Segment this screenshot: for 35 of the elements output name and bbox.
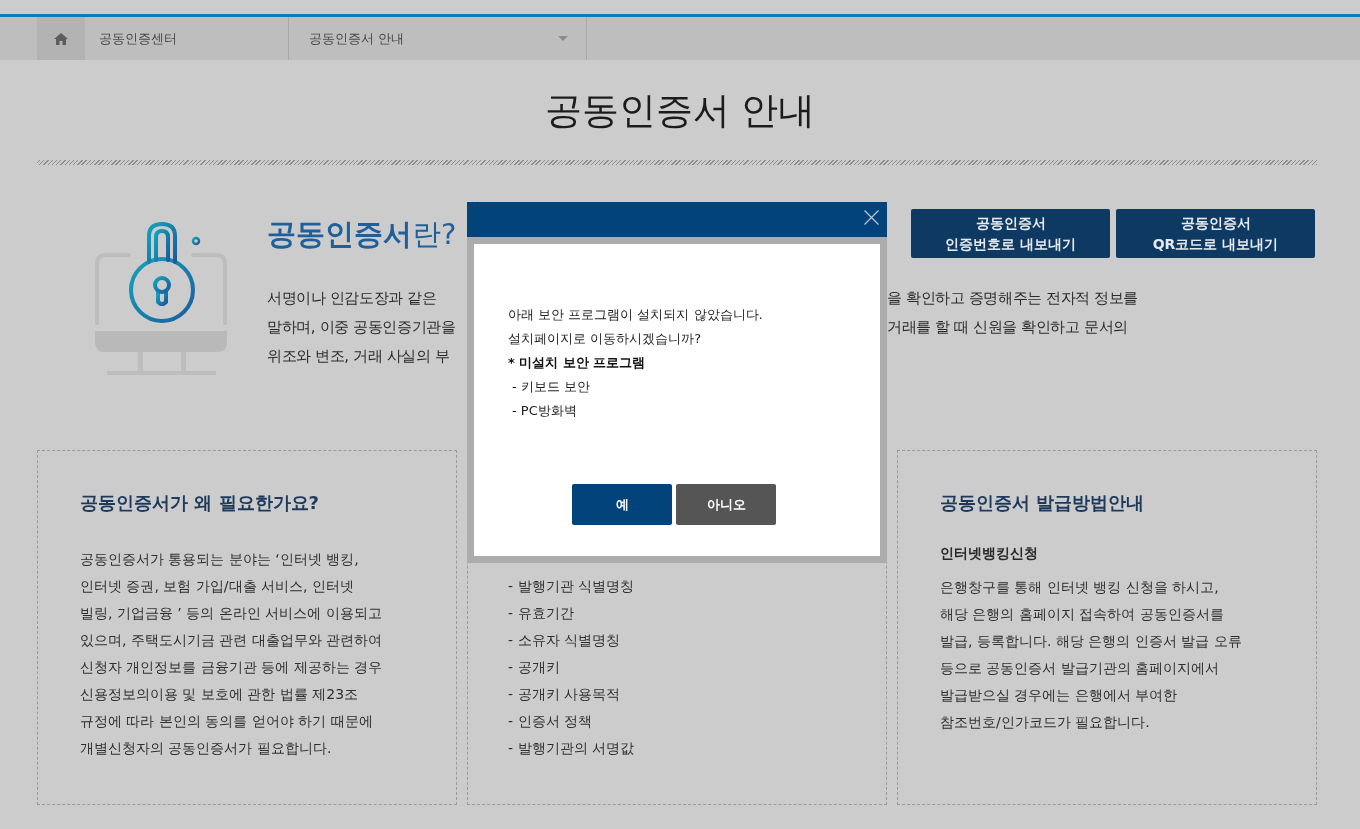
paragraph-text: 위조와 변조, 거래 사실의 부 xyxy=(267,346,450,367)
breadcrumb-link[interactable]: 공동인증센터 xyxy=(85,17,288,60)
paragraph-text: 서명이나 인감도장과 같은 xyxy=(267,288,437,309)
card-text: 은행창구를 통해 인터넷 뱅킹 신청을 하시고, 해당 은행의 홈페이지 접속하여 공동인증서를 발급, 등록합니다. 해당 은행의 인증서 발급 오류 등으로 공동인증서 발급기관의 홈페이지에서 발급받으실 경우에는 은행에서 부여한 참조번호/인가코드가 필요합니다. xyxy=(940,578,1243,732)
card-title: 공동인증서 발급방법안내 xyxy=(940,491,1146,515)
dialog-list-item: - PC방화벽 xyxy=(511,402,578,420)
paragraph-text: 을 확인하고 증명해주는 전자적 정보를 xyxy=(887,288,1139,309)
page-title: 공동인증서 안내 xyxy=(543,88,817,134)
card-text: 공동인증서가 통용되는 분야는 ‘인터넷 뱅킹, 인터넷 증권, 보험 가입/대출 서비스, 인터넷 빌링, 기업금융 ’ 등의 온라인 서비스에 이용되고 있으며, 주택도시기금 관련 대출업무와 관련하여 신청자 개인정보를 금융기관 등에 제공하는 경우 신용정보의이용 및 보호에 관한 법률 제23조 규정에 따라 본인의 동의를 얻어야 하기 때문에 개별신청자의 공동인증서가 필요합니다. xyxy=(80,550,384,758)
list-item-text: - 공개키 사용목적 xyxy=(508,685,621,704)
paragraph-text: 말하며, 이중 공동인증기관을 xyxy=(267,317,456,338)
section-title: 공동인증서란? xyxy=(267,216,457,253)
card-title: 공동인증서가 왜 필요한가요? xyxy=(80,491,320,515)
paragraph-text: 거래를 할 때 신원을 확인하고 문서의 xyxy=(887,317,1128,338)
dialog-message: 아래 보안 프로그램이 설치되지 않았습니다. 설치페이지로 이동하시겠습니까? xyxy=(508,306,764,348)
lock-monitor-icon xyxy=(95,220,227,376)
list-item-text: - 공개키 xyxy=(508,658,561,677)
dialog-list-item: - 키보드 보안 xyxy=(511,378,591,396)
export-button[interactable]: 공동인증서 QR코드로 내보내기 xyxy=(1116,209,1315,258)
cancel-button[interactable]: 아니오 xyxy=(676,484,776,525)
close-icon xyxy=(864,210,879,225)
list-item-text: - 인증서 정책 xyxy=(508,712,593,731)
list-item-text: - 유효기간 xyxy=(508,604,575,623)
confirm-button[interactable]: 예 xyxy=(572,484,672,525)
home-icon xyxy=(54,32,68,45)
card-subtitle: 인터넷뱅킹신청 xyxy=(940,544,1039,563)
page-menu-dropdown[interactable]: 공동인증서 안내 xyxy=(288,17,587,60)
list-item-text: - 소유자 식별명칭 xyxy=(508,631,621,650)
caret-icon xyxy=(558,36,568,41)
list-item-text: - 발행기관의 서명값 xyxy=(508,739,635,758)
home-button[interactable] xyxy=(37,17,85,60)
list-item-text: - 발행기관 식별명칭 xyxy=(508,577,635,596)
dialog-list-title: * 미설치 보안 프로그램 xyxy=(508,354,647,372)
close-button[interactable] xyxy=(864,210,879,225)
export-button[interactable]: 공동인증서 인증번호로 내보내기 xyxy=(911,209,1110,258)
